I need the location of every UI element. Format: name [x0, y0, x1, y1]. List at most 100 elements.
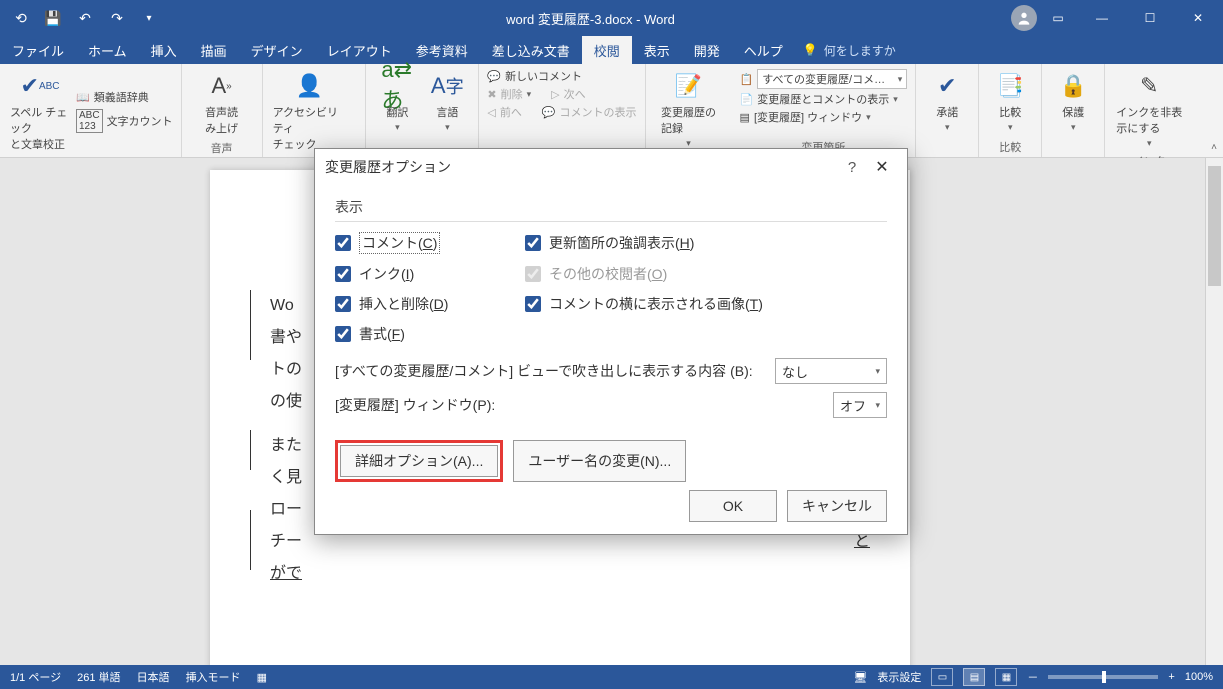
zoom-in-button[interactable]: +: [1168, 671, 1174, 683]
display-settings-label[interactable]: 表示設定: [877, 669, 921, 685]
protect-button[interactable]: 🔒保護▾: [1050, 68, 1096, 135]
menu-mailings[interactable]: 差し込み文書: [480, 36, 582, 64]
checkbox-comment[interactable]: コメント(C): [335, 232, 495, 254]
status-language[interactable]: 日本語: [137, 669, 170, 685]
status-macro-icon[interactable]: ▦: [257, 671, 267, 684]
minimize-button[interactable]: ―: [1079, 0, 1125, 36]
read-mode-icon[interactable]: ▭: [931, 668, 953, 686]
group-speech: A»音声読 み上げ 音声: [182, 64, 263, 157]
status-mode[interactable]: 挿入モード: [186, 669, 241, 685]
change-username-button[interactable]: ユーザー名の変更(N)...: [513, 440, 686, 482]
checkbox-highlight-updates[interactable]: 更新箇所の強調表示(H): [525, 233, 887, 253]
advanced-options-button[interactable]: 詳細オプション(A)...: [340, 445, 498, 477]
spellcheck-icon: ✔ABC: [24, 70, 56, 102]
checkbox-other-authors: その他の校閲者(O): [525, 264, 887, 284]
reviewing-pane-dropdown[interactable]: オフ▾: [833, 392, 887, 418]
close-button[interactable]: ✕: [1175, 0, 1221, 36]
hide-ink-button[interactable]: ✎インクを非表 示にする▾: [1113, 68, 1185, 151]
menu-view[interactable]: 表示: [632, 36, 682, 64]
accessibility-icon: 👤: [294, 70, 326, 102]
maximize-button[interactable]: ☐: [1127, 0, 1173, 36]
group-language: a⇄あ翻訳▾ A字言語▾: [366, 64, 479, 157]
group-changes: ✔承諾▾: [916, 64, 979, 157]
cancel-button[interactable]: キャンセル: [787, 490, 887, 522]
title-bar: ⟲ 💾 ↶ ↷ ▾ word 変更履歴-3.docx - Word ▭ ― ☐ …: [0, 0, 1223, 36]
show-markup-icon: 📄: [740, 93, 754, 106]
menu-bar: ファイル ホーム 挿入 描画 デザイン レイアウト 参考資料 差し込み文書 校閲…: [0, 36, 1223, 64]
dialog-help-button[interactable]: ?: [837, 159, 867, 176]
group-proofing: ✔ABC スペル チェック と文章校正 📖類義語辞典 ABC123文字カウント …: [0, 64, 182, 157]
autosave-icon[interactable]: ⟲: [8, 5, 34, 31]
group-ink: ✎インクを非表 示にする▾ インク: [1105, 64, 1193, 157]
zoom-slider-thumb[interactable]: [1102, 671, 1106, 683]
show-markup-button[interactable]: 📄変更履歴とコメントの表示▾: [740, 90, 908, 108]
advanced-options-highlight: 詳細オプション(A)...: [335, 440, 503, 482]
vertical-scrollbar[interactable]: [1205, 158, 1223, 665]
group-tracking-btn: 📝変更履歴の 記録▾: [646, 64, 732, 157]
user-avatar-icon[interactable]: [1011, 5, 1037, 31]
undo-icon[interactable]: ↶: [72, 5, 98, 31]
scrollbar-thumb[interactable]: [1208, 166, 1221, 286]
spellcheck-button[interactable]: ✔ABC スペル チェック と文章校正: [8, 68, 72, 154]
track-changes-button[interactable]: 📝変更履歴の 記録▾: [654, 68, 724, 151]
zoom-out-button[interactable]: －: [1027, 669, 1038, 685]
checkbox-ink[interactable]: インク(I): [335, 264, 495, 284]
dialog-close-button[interactable]: ✕: [867, 157, 897, 177]
wordcount-button[interactable]: ABC123文字カウント: [76, 109, 173, 133]
accept-button[interactable]: ✔承諾▾: [924, 68, 970, 135]
section-show-label: 表示: [335, 197, 887, 217]
compare-button[interactable]: 📑比較▾: [987, 68, 1033, 135]
translate-icon: a⇄あ: [381, 70, 413, 102]
reviewing-pane-icon: ▤: [740, 111, 750, 124]
tell-me-search[interactable]: 💡 何をしますか: [803, 36, 896, 64]
prev-comment-button: ◁前へ: [487, 104, 521, 120]
display-for-review-dropdown[interactable]: すべての変更履歴/コメ…▾: [757, 69, 907, 89]
change-bar: [250, 290, 251, 360]
ok-button[interactable]: OK: [689, 490, 777, 522]
menu-draw[interactable]: 描画: [189, 36, 239, 64]
menu-design[interactable]: デザイン: [239, 36, 315, 64]
group-accessibility: 👤アクセシビリティ チェック アクセシビリティ: [263, 64, 367, 157]
new-comment-button[interactable]: 💬新しいコメント: [487, 68, 636, 84]
menu-help[interactable]: ヘルプ: [732, 36, 795, 64]
display-settings-icon[interactable]: 🖥: [853, 671, 867, 684]
status-words[interactable]: 261 単語: [77, 669, 120, 685]
menu-review[interactable]: 校閲: [582, 36, 632, 64]
collapse-ribbon-icon[interactable]: ˄: [1211, 142, 1217, 153]
ribbon-display-options-icon[interactable]: ▭: [1039, 0, 1077, 36]
group-comments: 💬新しいコメント ✖削除▾ ▷次へ ◁前へ 💬コメントの表示: [479, 64, 645, 157]
hide-ink-icon: ✎: [1133, 70, 1165, 102]
group-compare-label: 比較: [987, 137, 1033, 155]
zoom-slider[interactable]: [1048, 675, 1158, 679]
menu-developer[interactable]: 開発: [682, 36, 732, 64]
reviewing-pane-button[interactable]: ▤[変更履歴] ウィンドウ▾: [740, 108, 908, 126]
section-divider: [335, 221, 887, 222]
change-bar: [250, 510, 251, 570]
wordcount-icon: ABC123: [76, 109, 103, 133]
checkbox-formatting[interactable]: 書式(F): [335, 324, 495, 344]
show-comments-icon: 💬: [542, 106, 556, 119]
menu-references[interactable]: 参考資料: [404, 36, 480, 64]
language-button[interactable]: A字言語▾: [424, 68, 470, 135]
lightbulb-icon: 💡: [803, 43, 818, 57]
quick-access-toolbar: ⟲ 💾 ↶ ↷ ▾: [0, 5, 170, 31]
thesaurus-button[interactable]: 📖類義語辞典: [76, 89, 173, 105]
checkbox-pictures-by-comments[interactable]: コメントの横に表示される画像(T): [525, 294, 887, 314]
markup-icon: 📋: [740, 73, 754, 86]
status-page[interactable]: 1/1 ページ: [10, 669, 61, 685]
menu-home[interactable]: ホーム: [76, 36, 139, 64]
read-aloud-button[interactable]: A»音声読 み上げ: [190, 68, 254, 138]
checkbox-insertions-deletions[interactable]: 挿入と削除(D): [335, 294, 495, 314]
print-layout-icon[interactable]: ▤: [963, 668, 985, 686]
change-bar: [250, 430, 251, 470]
balloons-show-dropdown[interactable]: なし▾: [775, 358, 887, 384]
redo-icon[interactable]: ↷: [104, 5, 130, 31]
save-icon[interactable]: 💾: [40, 5, 66, 31]
customize-qat-icon[interactable]: ▾: [136, 5, 162, 31]
menu-file[interactable]: ファイル: [0, 36, 76, 64]
web-layout-icon[interactable]: ▦: [995, 668, 1017, 686]
accessibility-check-button[interactable]: 👤アクセシビリティ チェック: [271, 68, 349, 154]
translate-button[interactable]: a⇄あ翻訳▾: [374, 68, 420, 135]
menu-insert[interactable]: 挿入: [139, 36, 189, 64]
zoom-level[interactable]: 100%: [1185, 671, 1213, 683]
